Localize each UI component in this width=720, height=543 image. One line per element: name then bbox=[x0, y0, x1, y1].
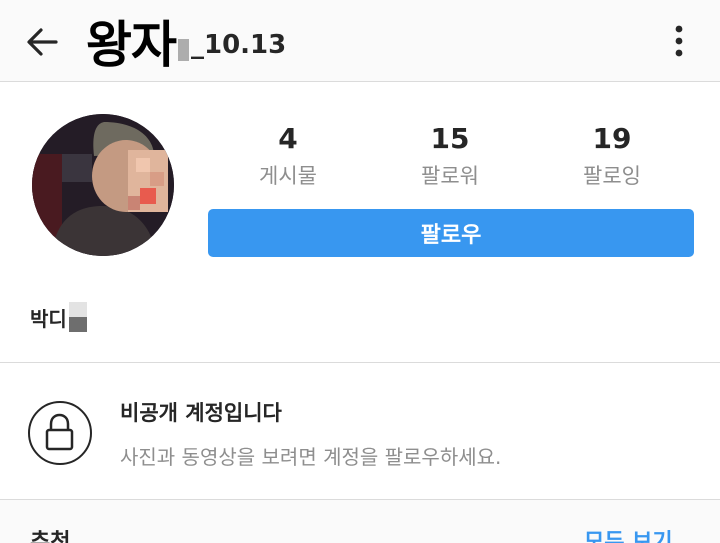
more-options-button[interactable] bbox=[664, 20, 694, 62]
following-count: 19 bbox=[592, 122, 632, 155]
see-all-link[interactable]: 모두 보기 bbox=[584, 524, 673, 543]
more-vertical-icon bbox=[675, 25, 683, 57]
redacted-mark bbox=[178, 39, 189, 61]
followers-count: 15 bbox=[430, 122, 470, 155]
profile-name: 박디 bbox=[30, 306, 67, 331]
suggestions-label: 추천 bbox=[30, 530, 71, 543]
followers-label: 팔로워 bbox=[421, 164, 479, 188]
back-button[interactable] bbox=[22, 22, 62, 62]
profile-photo-icon bbox=[32, 114, 174, 256]
stat-following[interactable]: 19 팔로잉 bbox=[542, 120, 682, 194]
private-subtitle: 사진과 동영상을 보려면 계정을 팔로우하세요. bbox=[120, 445, 502, 469]
posts-count: 4 bbox=[278, 122, 298, 155]
redacted-mark bbox=[68, 302, 87, 332]
private-account-notice: 비공개 계정입니다 사진과 동영상을 보려면 계정을 팔로우하세요. bbox=[0, 363, 720, 499]
stat-posts[interactable]: 4 게시물 bbox=[218, 120, 358, 194]
stat-followers[interactable]: 15 팔로워 bbox=[380, 120, 520, 194]
private-title: 비공개 계정입니다 bbox=[120, 401, 282, 425]
profile-section: 4 게시물 15 팔로워 19 팔로잉 팔로우 박디 bbox=[0, 82, 720, 362]
page-title: 왕자 _10.13 bbox=[86, 6, 286, 76]
avatar[interactable] bbox=[32, 114, 174, 256]
suggestions-header: 추천 모두 보기 bbox=[0, 500, 720, 543]
posts-label: 게시물 bbox=[259, 164, 317, 188]
follow-button[interactable]: 팔로우 bbox=[208, 209, 694, 257]
app-header: 왕자 _10.13 bbox=[0, 0, 720, 82]
profile-name-row: 박디 bbox=[30, 300, 87, 334]
username-main: 왕자 bbox=[86, 16, 177, 74]
lock-badge bbox=[28, 401, 92, 465]
following-label: 팔로잉 bbox=[583, 164, 641, 188]
username-suffix: _10.13 bbox=[191, 30, 287, 60]
lock-icon bbox=[45, 413, 74, 451]
arrow-left-icon bbox=[27, 28, 58, 56]
